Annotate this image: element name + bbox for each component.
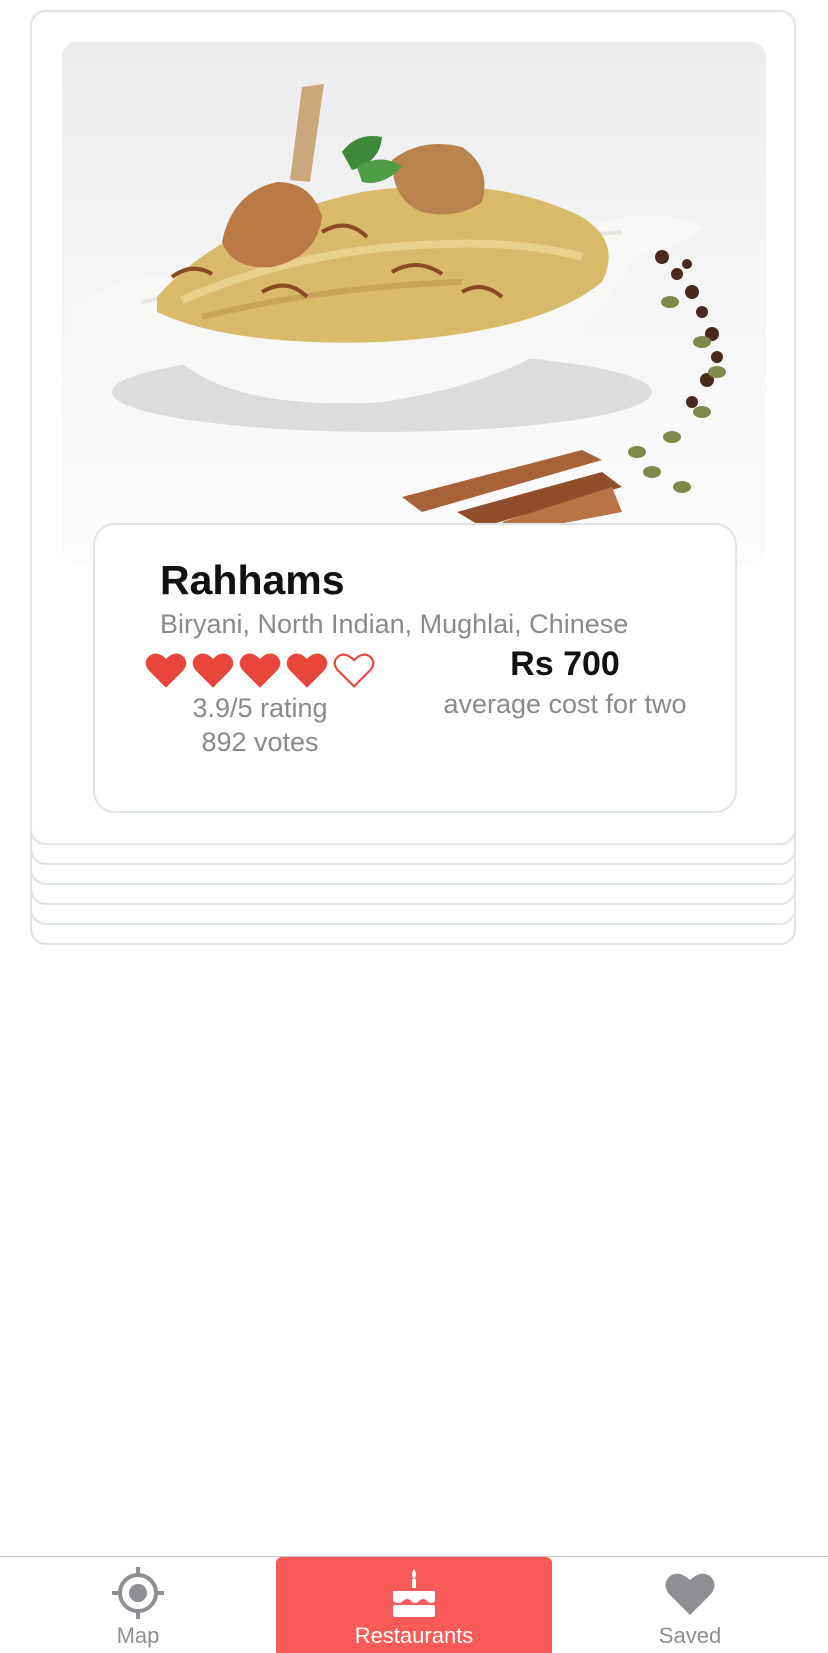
- restaurant-info-panel: Rahhams Biryani, North Indian, Mughlai, …: [93, 523, 737, 813]
- heart-filled-icon: [239, 653, 281, 688]
- cake-icon: [393, 1569, 435, 1617]
- average-cost: Rs 700: [510, 645, 620, 683]
- heart-empty-icon: [333, 653, 375, 688]
- restaurant-photo: [62, 42, 766, 562]
- tab-restaurants[interactable]: Restaurants: [276, 1557, 552, 1653]
- tab-bar: Map Restaurants Saved: [0, 1556, 828, 1653]
- heart-filled-icon: [192, 653, 234, 688]
- heart-icon: [665, 1573, 715, 1615]
- tab-restaurants-label: Restaurants: [354, 1623, 474, 1648]
- heart-filled-icon: [286, 653, 328, 688]
- target-icon: [112, 1567, 164, 1619]
- tab-saved[interactable]: Saved: [552, 1557, 828, 1653]
- restaurant-name: Rahhams: [160, 557, 345, 603]
- restaurant-cuisines: Biryani, North Indian, Mughlai, Chinese: [160, 609, 629, 639]
- tab-map-label: Map: [116, 1623, 160, 1648]
- rating-hearts: [145, 651, 395, 693]
- tab-map[interactable]: Map: [0, 1557, 276, 1653]
- votes-text: 892 votes: [201, 727, 319, 757]
- heart-filled-icon: [145, 653, 187, 688]
- tab-saved-label: Saved: [658, 1623, 722, 1648]
- rating-text: 3.9/5 rating: [192, 693, 328, 723]
- average-cost-caption: average cost for two: [443, 689, 687, 719]
